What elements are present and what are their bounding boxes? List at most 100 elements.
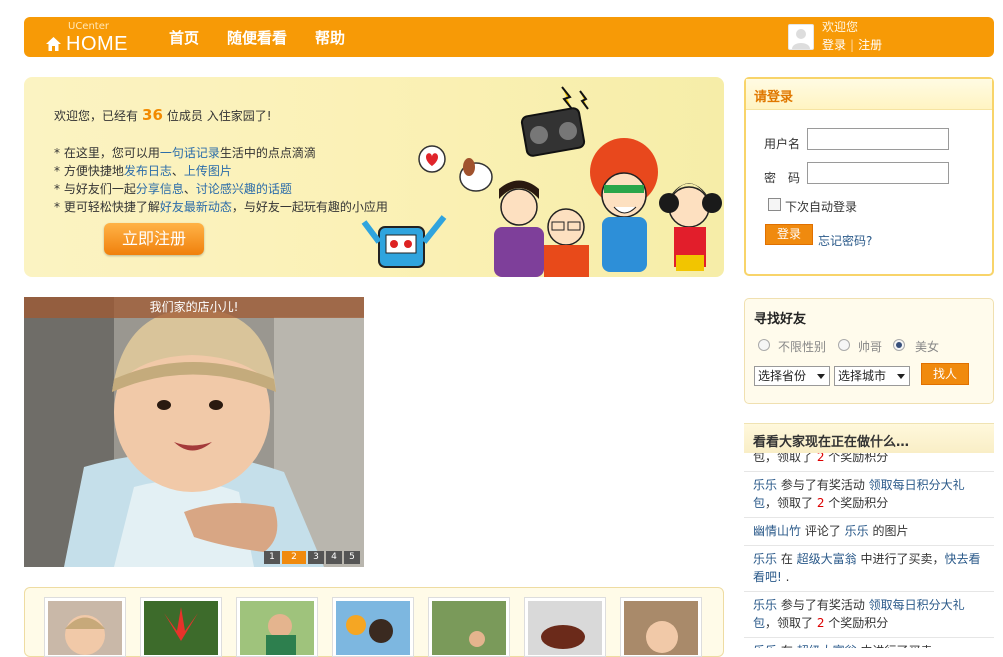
photo-thumbnail[interactable] (44, 597, 126, 657)
feed-list: 包，领取了 2 个奖励积分 乐乐 参与了有奖活动 领取每日积分大礼包，领取了 2 … (744, 444, 994, 648)
header-login-link[interactable]: 登录 (822, 38, 846, 52)
feed-link[interactable]: 乐乐 (753, 598, 777, 612)
feature-list: * 在这里，您可以用一句话记录生活中的点点滴滴 * 方便快捷地发布日志、上传图片… (54, 144, 388, 216)
intro-prefix: 欢迎您，已经有 (54, 109, 139, 123)
login-title: 请登录 (746, 79, 992, 110)
feature-link[interactable]: 讨论感兴趣的话题 (196, 182, 292, 196)
login-panel: 请登录 用户名 密 码 下次自动登录 登录 忘记密码? (744, 77, 994, 276)
feed-text: 评论了 (801, 524, 845, 538)
feed-link[interactable]: 超级大富翁 (797, 552, 857, 566)
gender-any-radio[interactable] (758, 339, 770, 351)
password-label: 密 码 (764, 171, 801, 185)
feature-link[interactable]: 分享信息 (136, 182, 184, 196)
header-register-link[interactable]: 注册 (858, 38, 882, 52)
slide-page-1[interactable]: 1 (264, 551, 280, 564)
feature-link[interactable]: 一句话记录 (160, 146, 220, 160)
user-box: 欢迎您 登录 | 注册 (788, 20, 988, 54)
feed-link[interactable]: 超级大富翁 (797, 644, 857, 648)
photo-thumbnail-strip (24, 587, 724, 657)
feature-item: * 方便快捷地发布日志、上传图片 (54, 164, 232, 178)
username-label: 用户名 (764, 137, 801, 151)
province-select-value: 选择省份 (758, 369, 807, 383)
feature-link[interactable]: 好友最新动态 (160, 200, 232, 214)
feed-text: 中进行了买卖 (857, 644, 932, 648)
feed-text: 参与了有奖活动 (777, 598, 869, 612)
photo-slideshow[interactable]: 我们家的店小儿! 1 2 3 4 5 (24, 297, 364, 567)
gender-any-label: 不限性别 (778, 340, 827, 354)
feature-item: * 与好友们一起分享信息、讨论感兴趣的话题 (54, 182, 292, 196)
register-now-button[interactable]: 立即注册 (104, 223, 204, 255)
cartoon-characters-illustration (361, 86, 722, 277)
search-friends-button[interactable]: 找人 (921, 363, 969, 385)
user-silhouette-icon (792, 29, 810, 49)
remember-label: 下次自动登录 (785, 200, 858, 214)
feed-item: 乐乐 在 超级大富翁 中进行了买卖，快去看看吧! . (744, 546, 994, 592)
feed-text: 在 (777, 552, 797, 566)
feed-item: 幽情山竹 评论了 乐乐 的图片 (744, 518, 994, 546)
chevron-down-icon (817, 374, 825, 379)
slide-page-5[interactable]: 5 (344, 551, 360, 564)
feed-text: 的图片 (868, 524, 909, 538)
nav-item-help[interactable]: 帮助 (315, 27, 345, 48)
nav-item-browse[interactable]: 随便看看 (227, 27, 287, 48)
feed-item: 乐乐 在 超级大富翁 中进行了买卖 (744, 638, 994, 648)
slide-page-3[interactable]: 3 (308, 551, 324, 564)
main-nav: 首页 随便看看 帮助 (169, 27, 345, 48)
username-input[interactable] (807, 128, 949, 150)
feed-text: ，领取了 (765, 496, 817, 510)
feed-text: ，领取了 (765, 616, 817, 630)
logo-title: HOME (66, 33, 128, 55)
slide-page-2[interactable]: 2 (282, 551, 306, 564)
photo-thumbnail[interactable] (620, 597, 702, 657)
auth-links: 登录 | 注册 (822, 36, 882, 53)
city-select[interactable]: 选择城市 (834, 366, 910, 386)
find-friends-title: 寻找好友 (754, 312, 807, 327)
link-separator: | (850, 38, 855, 52)
intro-suffix: 位成员 入住家园了! (166, 109, 272, 123)
login-button[interactable]: 登录 (765, 224, 813, 245)
feed-link[interactable]: 幽情山竹 (753, 524, 801, 538)
feed-text: 中进行了买卖， (856, 552, 945, 566)
chevron-down-icon (897, 374, 905, 379)
feed-link[interactable]: 乐乐 (753, 552, 777, 566)
avatar[interactable] (788, 24, 814, 50)
feed-text: 个奖励积分 (824, 496, 889, 510)
feed-title: 看看大家现在正在做什么… (744, 423, 994, 453)
feed-text: 个奖励积分 (824, 616, 889, 630)
gender-male-radio[interactable] (838, 339, 850, 351)
feature-item: * 在这里，您可以用一句话记录生活中的点点滴滴 (54, 146, 316, 160)
feed-text: 参与了有奖活动 (777, 478, 869, 492)
province-select[interactable]: 选择省份 (754, 366, 830, 386)
slide-page-4[interactable]: 4 (326, 551, 342, 564)
find-friends-panel: 寻找好友 不限性别 帅哥 美女 选择省份 选择城市 找人 (744, 298, 994, 404)
home-icon (46, 37, 61, 51)
nav-item-home[interactable]: 首页 (169, 27, 199, 48)
gender-female-radio[interactable] (893, 339, 905, 351)
slideshow-caption: 我们家的店小儿! (24, 297, 364, 318)
feature-item: * 更可轻松快捷了解好友最新动态，与好友一起玩有趣的小应用 (54, 200, 388, 214)
feed-link[interactable]: 乐乐 (753, 478, 777, 492)
feed-item: 乐乐 参与了有奖活动 领取每日积分大礼包，领取了 2 个奖励积分 (744, 472, 994, 518)
feature-link[interactable]: 发布日志 (124, 164, 172, 178)
feed-link[interactable]: 乐乐 (753, 644, 777, 648)
welcome-banner: 欢迎您，已经有 36 位成员 入住家园了! * 在这里，您可以用一句话记录生活中的点… (24, 77, 724, 277)
password-input[interactable] (807, 162, 949, 184)
feed-text: . (781, 570, 790, 584)
photo-thumbnail[interactable] (428, 597, 510, 657)
remember-checkbox[interactable] (768, 198, 781, 211)
top-navbar: UCenter HOME 首页 随便看看 帮助 欢迎您 登录 | 注册 (24, 17, 994, 57)
feed-text: 在 (777, 644, 797, 648)
feature-link[interactable]: 上传图片 (184, 164, 232, 178)
forgot-password-link[interactable]: 忘记密码? (818, 232, 872, 249)
photo-thumbnail[interactable] (332, 597, 414, 657)
feed-item: 乐乐 参与了有奖活动 领取每日积分大礼包，领取了 2 个奖励积分 (744, 592, 994, 638)
feed-link[interactable]: 乐乐 (845, 524, 869, 538)
photo-thumbnail[interactable] (236, 597, 318, 657)
welcome-text: 欢迎您 (822, 20, 859, 34)
photo-thumbnail[interactable] (524, 597, 606, 657)
activity-feed: 看看大家现在正在做什么… 包，领取了 2 个奖励积分 乐乐 参与了有奖活动 领取每… (744, 423, 994, 648)
logo-subtitle: UCenter (68, 21, 109, 32)
photo-thumbnail[interactable] (140, 597, 222, 657)
slideshow-pager: 1 2 3 4 5 (264, 551, 360, 564)
site-logo[interactable]: UCenter HOME (46, 21, 146, 55)
